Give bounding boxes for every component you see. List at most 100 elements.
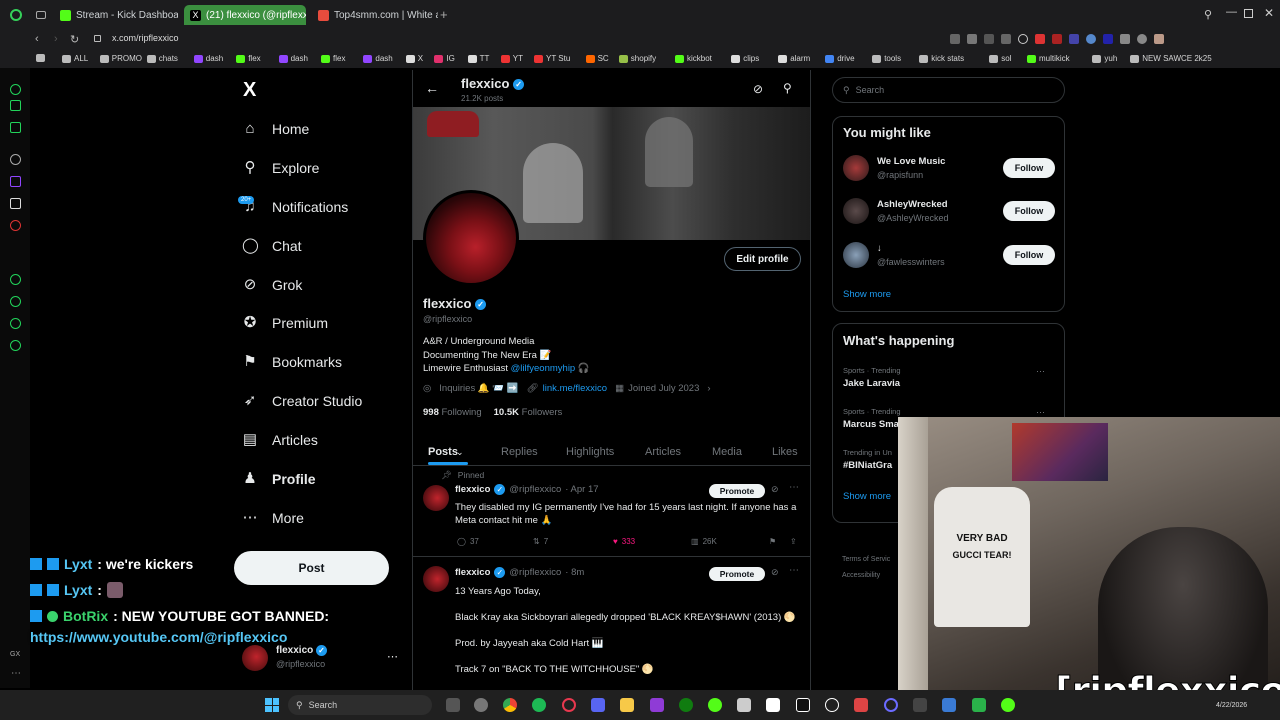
calculator-icon[interactable] — [913, 698, 927, 712]
account-more-icon[interactable]: ⋯ — [387, 650, 398, 663]
bookmark-item[interactable]: dash — [363, 54, 393, 63]
bookmark-item[interactable]: dash — [278, 54, 308, 63]
nav-item-grok[interactable]: ⊘ Grok — [242, 274, 303, 296]
tab-x-profile[interactable]: X (21) flexxico (@ripflexxico) — [184, 5, 306, 25]
post-time[interactable]: · Apr 17 — [565, 484, 598, 495]
nav-item-bookmarks[interactable]: ⚑ Bookmarks — [242, 351, 342, 373]
minimize-icon[interactable]: — — [1226, 6, 1237, 18]
taskbar-app-icon[interactable] — [446, 698, 460, 712]
suggestion-name[interactable]: ↓ — [877, 243, 995, 254]
back-icon[interactable]: ‹ — [35, 33, 39, 45]
taskbar-app-icon[interactable] — [708, 698, 722, 712]
restore-icon[interactable] — [1244, 9, 1253, 18]
bookmark-item[interactable]: YT Stu — [534, 54, 570, 63]
nav-item-explore[interactable]: ⚲ Explore — [242, 157, 320, 179]
post[interactable]: flexxico ✓ @ripflexxico · 8m Promote ⊘ ⋯… — [413, 558, 810, 690]
reply-stat[interactable]: ◯ 37 — [457, 537, 479, 546]
search-icon[interactable]: ⚲ — [783, 81, 792, 95]
sidebar-app-icon[interactable] — [10, 154, 21, 165]
bookmark-icon[interactable]: ⚑ — [769, 537, 776, 546]
bookmark-item[interactable]: flex — [236, 54, 261, 63]
tab-likes[interactable]: Likes — [772, 446, 798, 458]
post-more-icon[interactable]: ⋯ — [789, 565, 799, 576]
nav-item-notifications[interactable]: ♫ Notifications — [242, 196, 348, 218]
repost-stat[interactable]: ⇅ 7 — [533, 537, 548, 546]
new-tab-icon[interactable]: + — [440, 7, 448, 22]
spotify-icon[interactable] — [532, 698, 546, 712]
suggestion-name[interactable]: We Love Music — [877, 156, 995, 167]
taskbar-search[interactable]: ⚲ Search — [288, 695, 432, 715]
nav-item-home[interactable]: ⌂ Home — [242, 118, 309, 140]
taskbar-app-icon[interactable] — [854, 698, 868, 712]
profile-website-link[interactable]: link.me/flexxico — [543, 383, 607, 394]
bookmark-item[interactable]: clips — [731, 54, 759, 63]
grok-icon[interactable]: ⊘ — [753, 82, 763, 96]
bookmark-item[interactable]: sol — [989, 54, 1011, 63]
back-arrow-icon[interactable]: ← — [425, 80, 439, 96]
opera-logo-icon[interactable] — [10, 9, 22, 21]
post-more-icon[interactable]: ⋯ — [789, 482, 799, 493]
chevron-right-icon[interactable]: › — [707, 383, 710, 394]
bio-mention-link[interactable]: @lilfyeonmyhip — [511, 363, 576, 374]
pinned-post[interactable]: 📌︎ Pinned flexxico ✓ @ripflexxico · Apr 1… — [413, 467, 810, 557]
nav-item-chat[interactable]: ◯ Chat — [242, 235, 302, 257]
post-handle[interactable]: @ripflexxico — [509, 567, 561, 578]
tab-overview-icon[interactable] — [36, 11, 46, 19]
bookmark-item[interactable]: SC — [585, 54, 609, 63]
windows-start-icon[interactable] — [265, 698, 279, 712]
sidebar-app-icon[interactable] — [10, 274, 21, 285]
nav-item-articles[interactable]: ▤ Articles — [242, 429, 318, 451]
settings-icon[interactable] — [10, 340, 21, 351]
sidebar-app-icon[interactable] — [10, 318, 21, 329]
taskbar-app-icon[interactable] — [650, 698, 664, 712]
chatgpt-icon[interactable] — [825, 698, 839, 712]
post-handle[interactable]: @ripflexxico — [509, 484, 561, 495]
xbox-icon[interactable] — [679, 698, 693, 712]
suggestion-avatar[interactable] — [843, 242, 869, 268]
x-icon[interactable] — [10, 198, 21, 209]
bookmark-item[interactable]: kickbot — [675, 54, 712, 63]
bookmark-item[interactable]: tools — [872, 54, 901, 63]
close-window-icon[interactable]: ✕ — [1264, 6, 1274, 20]
bookmarks-folder-icon[interactable] — [36, 54, 45, 62]
post-avatar[interactable] — [423, 485, 449, 511]
bookmark-item[interactable]: shopify — [618, 54, 656, 63]
tab-highlights[interactable]: Highlights — [566, 446, 614, 458]
bookmark-item[interactable]: multikick — [1027, 54, 1070, 63]
grok-post-icon[interactable]: ⊘ — [771, 567, 779, 578]
promote-button[interactable]: Promote — [709, 567, 765, 581]
suggestion-name[interactable]: AshleyWrecked — [877, 199, 995, 210]
bookmark-item[interactable]: kick stats — [919, 54, 964, 63]
trend-more-icon[interactable]: ⋯ — [1036, 366, 1045, 377]
chevron-down-icon[interactable]: ⌄ — [456, 447, 464, 458]
tab-top4smm[interactable]: Top4smm.com | White and — [312, 5, 438, 25]
bookmark-item[interactable]: yuh — [1092, 54, 1117, 63]
nav-item-creator-studio[interactable]: ➶ Creator Studio — [242, 390, 363, 412]
nav-item-profile[interactable]: ♟ Profile — [242, 468, 315, 490]
grok-post-icon[interactable]: ⊘ — [771, 484, 779, 495]
following-link[interactable]: 998 Following — [423, 407, 482, 418]
bookmark-item[interactable]: PROMO — [99, 54, 142, 63]
suggestion-avatar[interactable] — [843, 155, 869, 181]
bookmark-item[interactable]: NEW SAWCE 2k25 — [1130, 54, 1212, 63]
history-icon[interactable] — [10, 296, 21, 307]
bookmark-item[interactable]: alarm — [778, 54, 810, 63]
taskbar-app-icon[interactable] — [737, 698, 751, 712]
obs-icon[interactable] — [1001, 698, 1015, 712]
bookmark-item[interactable]: ALL — [62, 54, 88, 63]
footer-accessibility-link[interactable]: Accessibility — [842, 572, 880, 579]
bookmark-item[interactable]: flex — [321, 54, 345, 63]
taskbar-app-icon[interactable] — [942, 698, 956, 712]
taskbar-app-icon[interactable] — [972, 698, 986, 712]
follow-button[interactable]: Follow — [1003, 158, 1055, 178]
tab-posts[interactable]: Posts — [428, 446, 458, 458]
taskbar-app-icon[interactable] — [766, 698, 780, 712]
views-stat[interactable]: ▥ 26K — [691, 537, 717, 546]
extension-icons[interactable] — [950, 34, 1164, 44]
edit-profile-button[interactable]: Edit profile — [724, 247, 801, 271]
tab-articles[interactable]: Articles — [645, 446, 681, 458]
sidebar-app-icon[interactable] — [10, 84, 21, 95]
post-avatar[interactable] — [423, 566, 449, 592]
bookmark-item[interactable]: IG — [434, 54, 455, 63]
sidebar-app-icon[interactable] — [10, 220, 21, 231]
